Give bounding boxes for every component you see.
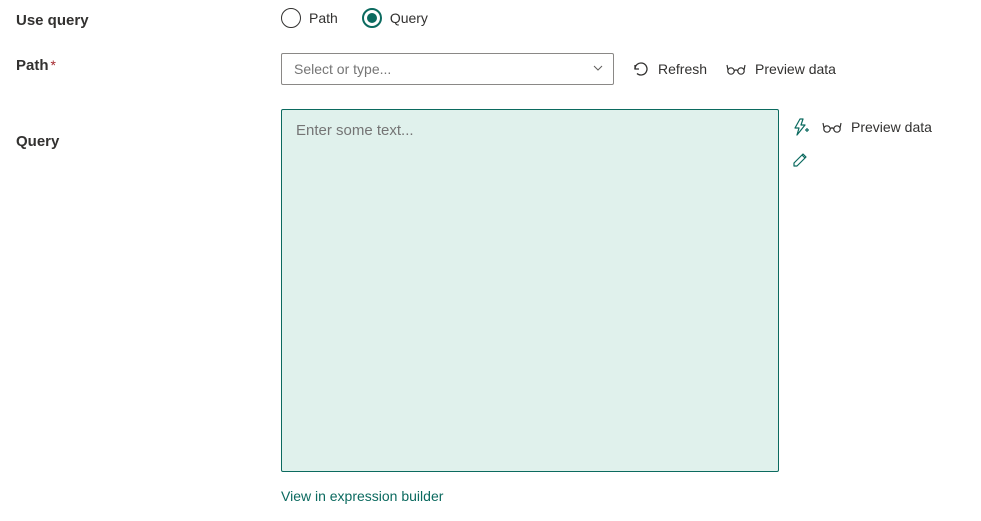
radio-path[interactable]: Path xyxy=(281,8,338,28)
edit-button[interactable] xyxy=(791,151,932,169)
query-side-icons: Preview data xyxy=(791,109,932,169)
radio-query-label: Query xyxy=(390,10,428,26)
pencil-icon xyxy=(791,151,809,169)
radio-circle-checked-icon xyxy=(362,8,382,28)
use-query-label-col: Use query xyxy=(16,8,281,29)
preview-data-button[interactable]: Preview data xyxy=(725,61,836,77)
query-row: Query xyxy=(16,109,965,472)
refresh-icon xyxy=(632,60,650,78)
dynamic-content-button[interactable] xyxy=(791,117,811,137)
path-label-col: Path* xyxy=(16,53,281,74)
use-query-input-col: Path Query xyxy=(281,8,428,28)
query-label: Query xyxy=(16,133,59,150)
path-input-col: Refresh Preview data xyxy=(281,53,836,85)
goggles-icon xyxy=(821,120,843,134)
radio-circle-unchecked-icon xyxy=(281,8,301,28)
refresh-label: Refresh xyxy=(658,61,707,77)
query-area-wrap: Preview data xyxy=(281,109,932,472)
path-select-wrap xyxy=(281,53,614,85)
query-label-col: Query xyxy=(16,109,281,150)
radio-path-label: Path xyxy=(309,10,338,26)
refresh-button[interactable]: Refresh xyxy=(632,60,707,78)
use-query-radio-group: Path Query xyxy=(281,8,428,28)
view-expression-builder-link[interactable]: View in expression builder xyxy=(281,488,443,504)
radio-dot-icon xyxy=(367,13,377,23)
lightning-icon xyxy=(791,117,811,137)
path-row: Path* Refresh Preview data xyxy=(16,53,965,85)
expression-builder-row: View in expression builder xyxy=(281,488,965,504)
path-select-input[interactable] xyxy=(281,53,614,85)
query-textarea[interactable] xyxy=(281,109,779,472)
preview-data-side-button[interactable]: Preview data xyxy=(821,119,932,135)
preview-data-label: Preview data xyxy=(755,61,836,77)
required-star: * xyxy=(51,57,56,73)
goggles-icon xyxy=(725,62,747,76)
path-label: Path xyxy=(16,57,49,74)
use-query-label: Use query xyxy=(16,12,89,29)
query-side-top-row: Preview data xyxy=(791,117,932,137)
use-query-row: Use query Path Query xyxy=(16,8,965,29)
radio-query[interactable]: Query xyxy=(362,8,428,28)
preview-data-side-label: Preview data xyxy=(851,119,932,135)
